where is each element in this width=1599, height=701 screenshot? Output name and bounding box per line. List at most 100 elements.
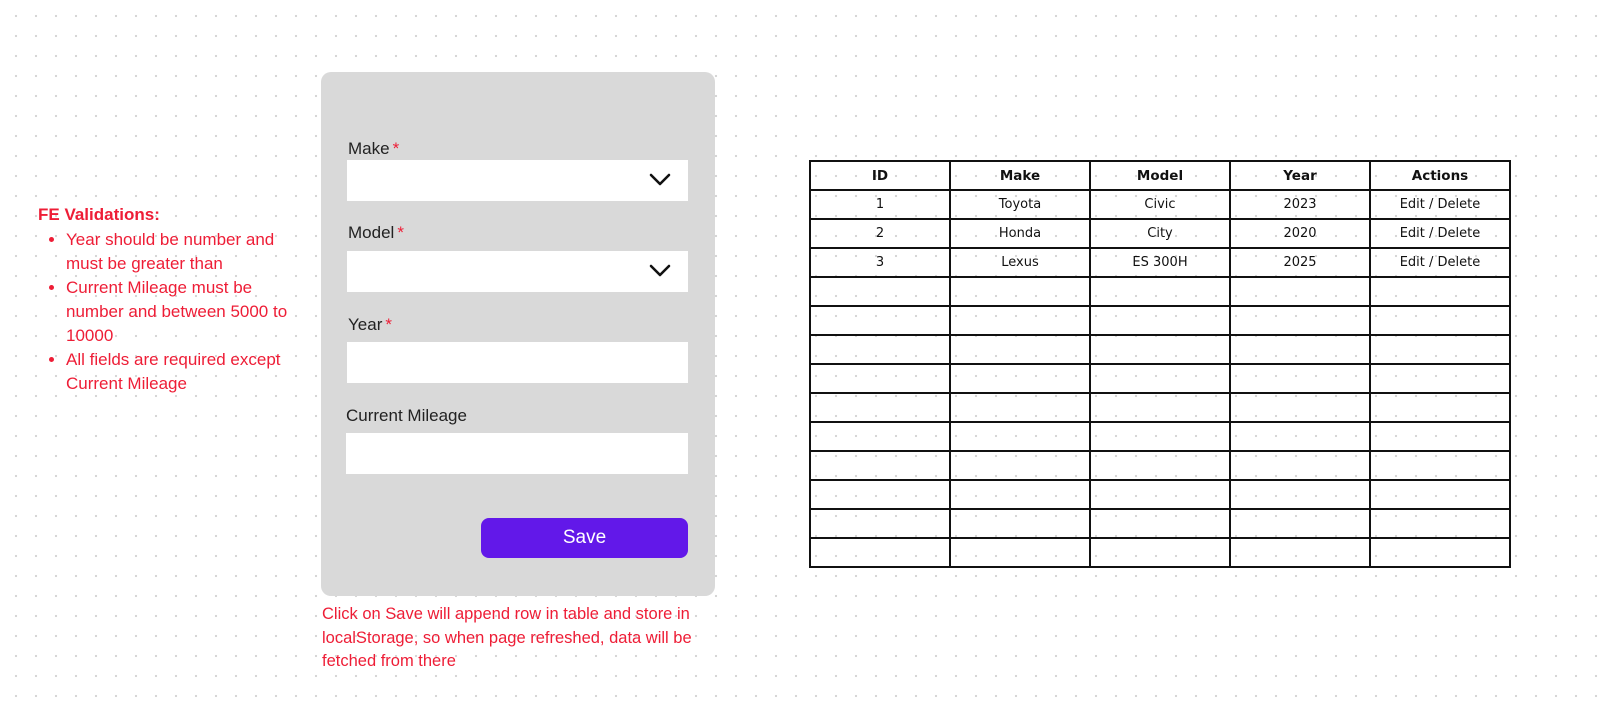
- row-actions-cell[interactable]: Edit / Delete: [1369, 247, 1511, 278]
- column-header-id: ID: [809, 160, 951, 191]
- row-actions-cell[interactable]: Edit / Delete: [1369, 189, 1511, 220]
- table-cell-id: [809, 334, 951, 365]
- table-cell-make: [949, 334, 1091, 365]
- table-cell-year: 2023: [1229, 189, 1371, 220]
- table-row: 1 Toyota Civic 2023 Edit / Delete: [809, 189, 1511, 220]
- table-cell-make: [949, 450, 1091, 481]
- mileage-input[interactable]: [346, 433, 688, 474]
- save-note: Click on Save will append row in table a…: [322, 605, 692, 670]
- table-cell-make: [949, 363, 1091, 394]
- chevron-down-icon: [649, 173, 671, 186]
- table-cell-year: [1229, 392, 1371, 423]
- table-cell-actions: [1369, 334, 1511, 365]
- table-row: [809, 305, 1511, 336]
- table-row: [809, 450, 1511, 481]
- mileage-label: Current Mileage: [346, 406, 467, 426]
- table-cell-actions: [1369, 363, 1511, 394]
- table-cell-year: 2025: [1229, 247, 1371, 278]
- table-cell-make: [949, 479, 1091, 510]
- table-cell-model: [1089, 392, 1231, 423]
- table-cell-year: [1229, 363, 1371, 394]
- table-cell-year: 2020: [1229, 218, 1371, 249]
- make-label-text: Make: [348, 139, 390, 158]
- table-cell-actions: [1369, 305, 1511, 336]
- table-cell-make: [949, 508, 1091, 539]
- table-cell-model: [1089, 537, 1231, 568]
- row-actions-cell[interactable]: Edit / Delete: [1369, 218, 1511, 249]
- make-select[interactable]: [347, 160, 688, 201]
- validation-item: Year should be number and must be greate…: [66, 228, 308, 276]
- vehicle-form: Make * Model * Year * Current Mileage Save: [321, 72, 715, 596]
- table-cell-id: [809, 537, 951, 568]
- model-label-text: Model: [348, 223, 395, 242]
- table-row: [809, 421, 1511, 452]
- table-row: 2 Honda City 2020 Edit / Delete: [809, 218, 1511, 249]
- table-cell-id: 1: [809, 189, 951, 220]
- table-row: [809, 363, 1511, 394]
- table-body: 1 Toyota Civic 2023 Edit / Delete 2 Honda City 2…: [809, 189, 1511, 568]
- table-cell-make: Lexus: [949, 247, 1091, 278]
- table-row: [809, 537, 1511, 568]
- table-cell-actions: [1369, 421, 1511, 452]
- table-cell-actions: [1369, 508, 1511, 539]
- table-cell-model: City: [1089, 218, 1231, 249]
- table-cell-make: Honda: [949, 218, 1091, 249]
- vehicles-table: ID Make Model Year Actions 1 Toyota Civic 2…: [809, 160, 1511, 568]
- column-header-year: Year: [1229, 160, 1371, 191]
- table-cell-year: [1229, 276, 1371, 307]
- table-cell-model: [1089, 421, 1231, 452]
- table-row: 3 Lexus ES 300H 2025 Edit / Delete: [809, 247, 1511, 278]
- table-cell-model: [1089, 363, 1231, 394]
- table-cell-model: [1089, 334, 1231, 365]
- table-cell-id: 2: [809, 218, 951, 249]
- table-cell-actions: [1369, 392, 1511, 423]
- validation-item: Current Mileage must be number and betwe…: [66, 276, 308, 348]
- table-row: [809, 334, 1511, 365]
- table-cell-make: [949, 537, 1091, 568]
- model-select[interactable]: [347, 251, 688, 292]
- table-cell-make: [949, 305, 1091, 336]
- required-marker: *: [385, 315, 392, 334]
- year-label: Year *: [348, 315, 392, 335]
- table-cell-make: [949, 276, 1091, 307]
- table-cell-model: ES 300H: [1089, 247, 1231, 278]
- table-cell-id: [809, 363, 951, 394]
- save-button[interactable]: Save: [481, 518, 688, 558]
- table-cell-id: [809, 421, 951, 452]
- table-cell-actions: [1369, 479, 1511, 510]
- column-header-actions: Actions: [1369, 160, 1511, 191]
- table-cell-year: [1229, 305, 1371, 336]
- table-cell-id: [809, 508, 951, 539]
- table-cell-make: [949, 421, 1091, 452]
- table-cell-year: [1229, 508, 1371, 539]
- column-header-model: Model: [1089, 160, 1231, 191]
- model-label: Model *: [348, 223, 404, 243]
- table-cell-make: [949, 392, 1091, 423]
- table-cell-year: [1229, 421, 1371, 452]
- table-cell-model: [1089, 450, 1231, 481]
- table-row: [809, 479, 1511, 510]
- table-cell-model: Civic: [1089, 189, 1231, 220]
- make-label: Make *: [348, 139, 399, 159]
- table-cell-year: [1229, 450, 1371, 481]
- required-marker: *: [392, 139, 400, 158]
- table-cell-model: [1089, 479, 1231, 510]
- table-cell-actions: [1369, 537, 1511, 568]
- chevron-down-icon: [649, 264, 671, 277]
- required-marker: *: [397, 223, 404, 242]
- table-cell-id: [809, 305, 951, 336]
- table-cell-year: [1229, 537, 1371, 568]
- table-cell-id: [809, 276, 951, 307]
- table-cell-model: [1089, 305, 1231, 336]
- table-row: [809, 276, 1511, 307]
- table-cell-year: [1229, 334, 1371, 365]
- mileage-label-text: Current Mileage: [346, 406, 467, 425]
- validation-notes-title: FE Validations:: [38, 205, 160, 224]
- table-cell-id: [809, 392, 951, 423]
- table-cell-model: [1089, 276, 1231, 307]
- table-cell-model: [1089, 508, 1231, 539]
- year-input[interactable]: [347, 342, 688, 383]
- column-header-make: Make: [949, 160, 1091, 191]
- table-cell-id: [809, 479, 951, 510]
- table-cell-id: 3: [809, 247, 951, 278]
